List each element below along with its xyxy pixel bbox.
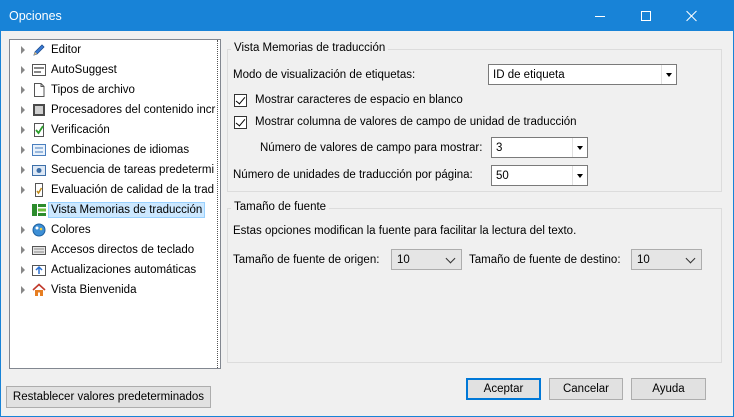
units-per-page-value: 50 — [496, 169, 509, 182]
source-font-size-label: Tamaño de fuente de origen: — [233, 254, 380, 266]
show-field-column-label: Mostrar columna de valores de campo de u… — [255, 116, 577, 128]
show-whitespace-checkbox[interactable] — [234, 94, 247, 107]
tree-item-label: Secuencia de tareas predetermi — [51, 164, 215, 176]
expand-icon[interactable] — [21, 46, 25, 54]
tree-item-task-sequence[interactable]: Secuencia de tareas predetermi — [10, 160, 219, 180]
display-mode-dropdown[interactable]: ID de etiqueta — [488, 64, 677, 85]
autosuggest-icon — [31, 62, 47, 78]
task-sequence-icon — [31, 162, 47, 178]
chevron-down-icon — [572, 138, 587, 157]
tree-item-label: Colores — [51, 224, 91, 236]
target-font-size-dropdown[interactable]: 10 — [631, 249, 702, 270]
tree-item-label: Accesos directos de teclado — [51, 244, 195, 256]
tree-item-label: Vista Memorias de traducción — [47, 202, 206, 218]
tm-view-icon — [31, 202, 47, 218]
font-size-description: Estas opciones modifican la fuente para … — [233, 225, 577, 237]
expand-icon[interactable] — [21, 286, 25, 294]
tree-item-auto-updates[interactable]: Actualizaciones automáticas — [10, 260, 219, 280]
tree-item-editor[interactable]: Editor — [10, 40, 219, 60]
display-mode-label: Modo de visualización de etiquetas: — [233, 69, 416, 81]
pencil-icon — [31, 42, 47, 58]
font-size-group-title: Tamaño de fuente — [231, 201, 330, 213]
tree-item-label: Editor — [51, 44, 82, 56]
tree-item-autosuggest[interactable]: AutoSuggest — [10, 60, 219, 80]
tree-item-verification[interactable]: Verificación — [10, 120, 219, 140]
tree-item-label: Verificación — [51, 124, 110, 136]
chevron-down-icon — [661, 65, 676, 84]
tree-item-label: Evaluación de calidad de la trad — [51, 184, 215, 196]
show-field-column-checkbox[interactable] — [234, 116, 247, 129]
file-icon — [31, 82, 47, 98]
maximize-icon — [641, 11, 651, 21]
reset-defaults-button[interactable]: Restablecer valores predeterminados — [6, 386, 211, 408]
languages-icon — [31, 142, 47, 158]
expand-icon[interactable] — [21, 106, 25, 114]
target-font-size-label: Tamaño de fuente de destino: — [469, 254, 621, 266]
target-font-size-value: 10 — [637, 253, 650, 266]
field-values-value: 3 — [496, 141, 503, 154]
minimize-button[interactable] — [577, 1, 623, 31]
tree-item-label: Actualizaciones automáticas — [51, 264, 197, 276]
maximize-button[interactable] — [623, 1, 669, 31]
expand-icon[interactable] — [21, 186, 25, 194]
source-font-size-dropdown[interactable]: 10 — [391, 249, 462, 270]
expand-icon[interactable] — [21, 266, 25, 274]
tree-item-label: Tipos de archivo — [51, 84, 135, 96]
expand-icon[interactable] — [21, 66, 25, 74]
updates-icon — [31, 262, 47, 278]
tree-item-keyboard-shortcuts[interactable]: Accesos directos de teclado — [10, 240, 219, 260]
tree-item-quality-evaluation[interactable]: Evaluación de calidad de la trad — [10, 180, 219, 200]
tree-item-label: Vista Bienvenida — [51, 284, 137, 296]
processor-icon — [31, 102, 47, 118]
close-icon — [686, 10, 698, 22]
tree-item-welcome-view[interactable]: Vista Bienvenida — [10, 280, 219, 300]
cancel-button[interactable]: Cancelar — [549, 378, 623, 400]
expand-icon[interactable] — [21, 86, 25, 94]
tree-item-label: AutoSuggest — [51, 64, 117, 76]
show-whitespace-label: Mostrar caracteres de espacio en blanco — [255, 94, 463, 106]
colors-icon — [31, 222, 47, 238]
close-button[interactable] — [669, 1, 715, 31]
field-values-label: Número de valores de campo para mostrar: — [260, 142, 483, 154]
field-values-dropdown[interactable]: 3 — [491, 137, 588, 158]
options-tree[interactable]: Editor AutoSuggest Tipos de archivo Proc… — [9, 39, 221, 369]
tree-item-colors[interactable]: Colores — [10, 220, 219, 240]
home-icon — [31, 282, 47, 298]
help-button[interactable]: Ayuda — [631, 378, 706, 400]
chevron-down-icon — [572, 166, 587, 185]
source-font-size-value: 10 — [397, 253, 410, 266]
expand-icon[interactable] — [21, 146, 25, 154]
expand-icon[interactable] — [21, 246, 25, 254]
expand-icon[interactable] — [21, 126, 25, 134]
tree-item-tm-view[interactable]: Vista Memorias de traducción — [10, 200, 219, 220]
tree-item-label: Combinaciones de idiomas — [51, 144, 190, 156]
units-per-page-dropdown[interactable]: 50 — [491, 165, 588, 186]
title-bar: Opciones — [1, 1, 733, 31]
expand-icon[interactable] — [21, 226, 25, 234]
options-dialog: Opciones Editor AutoSuggest Tipos de arc… — [0, 0, 734, 417]
tree-item-content-processors[interactable]: Procesadores del contenido incr — [10, 100, 219, 120]
minimize-icon — [595, 15, 605, 17]
units-per-page-label: Número de unidades de traducción por pág… — [233, 169, 473, 181]
accept-button[interactable]: Aceptar — [466, 378, 541, 400]
chevron-down-icon — [685, 253, 696, 264]
tree-item-language-pairs[interactable]: Combinaciones de idiomas — [10, 140, 219, 160]
expand-icon[interactable] — [21, 166, 25, 174]
tree-item-label: Procesadores del contenido incr — [51, 104, 216, 116]
quality-icon — [31, 182, 47, 198]
tm-view-group-title: Vista Memorias de traducción — [231, 42, 389, 54]
tree-item-file-types[interactable]: Tipos de archivo — [10, 80, 219, 100]
verification-icon — [31, 122, 47, 138]
window-title: Opciones — [9, 9, 62, 23]
splitter-handle[interactable] — [217, 40, 220, 368]
chevron-down-icon — [445, 253, 456, 264]
display-mode-value: ID de etiqueta — [493, 68, 565, 81]
keyboard-icon — [31, 242, 47, 258]
